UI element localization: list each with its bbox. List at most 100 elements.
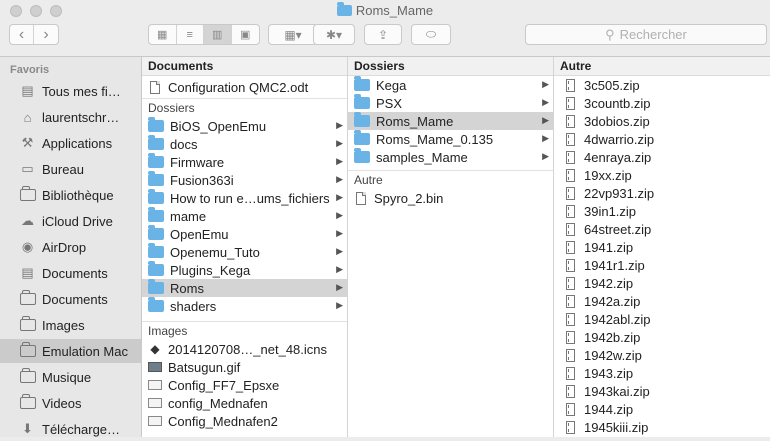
sidebar-item[interactable]: ▭ Bureau — [0, 157, 142, 181]
zip-file-icon — [566, 132, 575, 146]
folder-item[interactable]: Roms_Mame_0.135 ▶ — [348, 130, 553, 148]
folder-item[interactable]: Openemu_Tuto ▶ — [142, 243, 347, 261]
action-button[interactable]: ✱▾ — [313, 24, 355, 45]
file-item[interactable]: 22vp931.zip — [554, 184, 770, 202]
folder-item[interactable]: docs ▶ — [142, 135, 347, 153]
tag-button[interactable]: ⬭ — [411, 24, 451, 45]
file-item[interactable]: Config_FF7_Epsxe — [142, 376, 347, 394]
sidebar-item[interactable]: Bibliothèque — [0, 183, 142, 207]
airdrop-icon: ◉ — [21, 239, 34, 254]
share-button[interactable]: ⇪ — [364, 24, 402, 45]
folder-item[interactable]: OpenEmu ▶ — [142, 225, 347, 243]
sidebar-item[interactable]: ⬇ Télécharge… — [0, 417, 142, 441]
file-item[interactable]: Batsugun.gif — [142, 358, 347, 376]
folder-item[interactable]: shaders ▶ — [142, 297, 347, 315]
file-name: 1942abl.zip — [584, 311, 651, 327]
chevron-right-icon: › — [43, 25, 49, 43]
folder-name: shaders — [170, 298, 217, 314]
file-item[interactable]: 4enraya.zip — [554, 148, 770, 166]
file-item[interactable]: 1941.zip — [554, 238, 770, 256]
chevron-right-icon: ▶ — [336, 264, 343, 274]
file-item[interactable]: 1942abl.zip — [554, 310, 770, 328]
folder-item[interactable]: Fusion363i ▶ — [142, 171, 347, 189]
file-item[interactable]: 3c505.zip — [554, 76, 770, 94]
sidebar-item[interactable]: ☁ iCloud Drive — [0, 209, 142, 233]
folder-item[interactable]: Roms_Mame ▶ — [348, 112, 553, 130]
folder-item[interactable]: PSX ▶ — [348, 94, 553, 112]
file-item[interactable]: ◆ 2014120708…_net_48.icns — [142, 340, 347, 358]
sidebar-item-label: Documents — [42, 265, 108, 281]
folder-item[interactable]: Roms ▶ — [142, 279, 347, 297]
folder-item[interactable]: BiOS_OpenEmu ▶ — [142, 117, 347, 135]
sidebar-item[interactable]: ⌂ laurentschr… — [0, 105, 142, 129]
coverflow-view-button[interactable]: ▣ — [232, 25, 259, 44]
folder-item[interactable]: mame ▶ — [142, 207, 347, 225]
folder-icon — [18, 316, 37, 333]
sidebar-item[interactable]: Musique — [0, 365, 142, 389]
sidebar-item-label: Videos — [42, 395, 82, 411]
sidebar-item[interactable]: ▤ Documents — [0, 261, 142, 285]
forward-button[interactable]: › — [34, 25, 58, 44]
downloads-icon: ⬇ — [22, 421, 33, 436]
list-view-button[interactable]: ≡ — [177, 25, 204, 44]
view-mode-control: ▦ ≡ ▥ ▣ — [148, 24, 260, 45]
sidebar-item-label: Tous mes fi… — [42, 83, 121, 99]
folder-item[interactable]: Firmware ▶ — [142, 153, 347, 171]
icns-file-icon: ◆ — [150, 342, 160, 356]
file-item[interactable]: 1942a.zip — [554, 292, 770, 310]
file-name: 3countb.zip — [584, 95, 651, 111]
file-name: 1943kai.zip — [584, 383, 650, 399]
file-item[interactable]: Configuration QMC2.odt — [142, 76, 347, 98]
column-view-button[interactable]: ▥ — [204, 25, 232, 44]
sidebar-item[interactable]: Videos — [0, 391, 142, 415]
zip-file-icon — [566, 114, 575, 128]
chevron-right-icon: ▶ — [336, 246, 343, 256]
sidebar-item-label: laurentschr… — [42, 109, 120, 125]
file-item[interactable]: 1945kiii.zip — [554, 418, 770, 436]
column-roms: Dossiers Kega ▶ PSX ▶ Roms_Mame ▶ Roms_Mame_0.… — [348, 57, 554, 437]
column-header: Autre — [554, 57, 770, 76]
file-item[interactable]: 19xx.zip — [554, 166, 770, 184]
file-item[interactable]: 1944.zip — [554, 400, 770, 418]
chevron-right-icon: ▶ — [336, 192, 343, 202]
folder-icon — [148, 243, 164, 258]
chevron-right-icon: ▶ — [542, 115, 549, 125]
sidebar-item[interactable]: Emulation Mac — [0, 339, 142, 363]
back-button[interactable]: ‹ — [10, 25, 35, 44]
file-item[interactable]: 1942b.zip — [554, 328, 770, 346]
file-name: 1942a.zip — [584, 293, 641, 309]
file-item[interactable]: 1943.zip — [554, 364, 770, 382]
search-field[interactable]: ⚲ Rechercher — [525, 24, 767, 45]
arrange-button[interactable]: ▦▾ — [268, 24, 318, 45]
folder-item[interactable]: Plugins_Kega ▶ — [142, 261, 347, 279]
sidebar-item[interactable]: Documents — [0, 287, 142, 311]
file-item[interactable]: Spyro_2.bin — [348, 189, 553, 207]
file-name: 1941r1.zip — [584, 257, 645, 273]
folder-item[interactable]: samples_Mame ▶ — [348, 148, 553, 166]
chevron-right-icon: ▶ — [336, 174, 343, 184]
sidebar-item[interactable]: ▤ Tous mes fi… — [0, 79, 142, 103]
file-item[interactable]: 39in1.zip — [554, 202, 770, 220]
file-item[interactable]: 1943kai.zip — [554, 382, 770, 400]
file-item[interactable]: 64street.zip — [554, 220, 770, 238]
file-item[interactable]: config_Mednafen — [142, 394, 347, 412]
file-item[interactable]: 3dobios.zip — [554, 112, 770, 130]
sidebar-item[interactable]: Images — [0, 313, 142, 337]
file-item[interactable]: 4dwarrio.zip — [554, 130, 770, 148]
folder-name: BiOS_OpenEmu — [170, 118, 267, 134]
sidebar-item[interactable]: ◉ AirDrop — [0, 235, 142, 259]
folder-item[interactable]: Kega ▶ — [348, 76, 553, 94]
folder-name: Fusion363i — [170, 172, 234, 188]
sidebar-item-label: Images — [42, 317, 85, 333]
file-item[interactable]: 1941r1.zip — [554, 256, 770, 274]
file-item[interactable]: 1942.zip — [554, 274, 770, 292]
icon-view-button[interactable]: ▦ — [149, 25, 177, 44]
sidebar-item[interactable]: ⚒ Applications — [0, 131, 142, 155]
file-item[interactable]: 3countb.zip — [554, 94, 770, 112]
file-item[interactable]: 1942w.zip — [554, 346, 770, 364]
folder-name: samples_Mame — [376, 149, 468, 165]
folder-item[interactable]: How to run e…ums_fichiers ▶ — [142, 189, 347, 207]
file-name: 2014120708…_net_48.icns — [168, 341, 328, 357]
file-item[interactable]: Config_Mednafen2 — [142, 412, 347, 430]
zip-file-icon — [566, 186, 575, 200]
